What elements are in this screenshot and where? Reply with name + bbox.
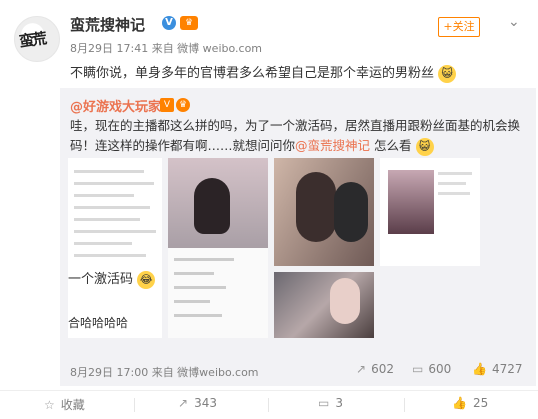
chat-row bbox=[174, 272, 214, 275]
share-icon: ↗ bbox=[178, 396, 189, 410]
follow-button[interactable]: +关注 bbox=[438, 17, 480, 37]
comment-icon: ▭ bbox=[318, 396, 330, 410]
like-icon: 👍 bbox=[452, 396, 467, 410]
thumb-line bbox=[438, 172, 472, 175]
chat-row bbox=[174, 300, 210, 303]
image-thumbnail-3[interactable] bbox=[274, 158, 374, 266]
thumb-line bbox=[74, 218, 140, 221]
author-name[interactable]: 蛮荒搜神记 bbox=[70, 14, 145, 35]
post-meta: 8月29日 17:41 来自 微博 weibo.com bbox=[70, 42, 263, 55]
mention-link[interactable]: @蛮荒搜神记 bbox=[295, 138, 370, 153]
comment-button[interactable]: ▭ 3 bbox=[318, 396, 343, 410]
action-separator bbox=[404, 398, 405, 412]
action-separator bbox=[268, 398, 269, 412]
thumb-line bbox=[74, 230, 156, 233]
person-figure bbox=[330, 278, 360, 324]
comment-count: 600 bbox=[428, 362, 452, 376]
avatar[interactable]: 蛮荒 bbox=[14, 16, 60, 62]
thumb-line bbox=[74, 242, 132, 245]
post-text: 不瞒你说，单身多年的官博君多么希望自己是那个幸运的男粉丝 😺 bbox=[70, 62, 457, 83]
thumb-line bbox=[74, 170, 144, 173]
divider bbox=[0, 390, 538, 391]
cat-emoji-icon: 😺 bbox=[438, 64, 457, 83]
photo-figure bbox=[388, 170, 434, 234]
repost-like-button[interactable]: 👍 4727 bbox=[472, 362, 523, 376]
repost-card: @好游戏大玩家 V ♛ 哇，现在的主播都这么拼的吗，为了一个激活码，居然直播用跟… bbox=[60, 88, 536, 386]
share-count: 602 bbox=[371, 362, 394, 376]
image-caption-2: 合哈哈哈哈 bbox=[68, 316, 129, 330]
like-count: 4727 bbox=[491, 362, 523, 376]
repost-meta: 8月29日 17:00 来自 微博weibo.com bbox=[70, 366, 259, 379]
image-thumbnail-1[interactable] bbox=[68, 158, 162, 338]
like-icon: 👍 bbox=[472, 362, 487, 376]
verified-icon: V bbox=[162, 16, 176, 30]
action-separator bbox=[134, 398, 135, 412]
image-thumbnail-4[interactable] bbox=[380, 158, 480, 266]
laugh-emoji-icon: 😂 bbox=[137, 270, 156, 289]
like-button[interactable]: 👍 25 bbox=[452, 396, 488, 410]
thumb-line bbox=[74, 254, 146, 257]
repost-user[interactable]: @好游戏大玩家 bbox=[70, 96, 161, 115]
v-badge-icon: V bbox=[160, 98, 174, 112]
image-caption-1: 一个激活码 😂 bbox=[68, 268, 156, 289]
comment-icon: ▭ bbox=[412, 362, 424, 376]
chevron-down-icon[interactable]: ⌄ bbox=[508, 14, 520, 30]
cat-emoji-icon: 😺 bbox=[415, 137, 434, 156]
chat-panel bbox=[168, 248, 268, 338]
chat-row bbox=[174, 314, 222, 317]
star-icon: ☆ bbox=[44, 398, 55, 412]
caption-text: 一个激活码 bbox=[68, 272, 134, 287]
repost-comment-button[interactable]: ▭ 600 bbox=[412, 362, 451, 376]
post-text-content: 不瞒你说，单身多年的官博君多么希望自己是那个幸运的男粉丝 bbox=[70, 66, 435, 81]
thumb-line bbox=[438, 192, 470, 195]
share-icon: ↗ bbox=[356, 362, 367, 376]
streamer-figure bbox=[194, 178, 230, 234]
thumb-line bbox=[74, 182, 154, 185]
comment-count: 3 bbox=[335, 396, 343, 410]
image-thumbnail-5[interactable] bbox=[274, 272, 374, 338]
share-button[interactable]: ↗ 343 bbox=[178, 396, 217, 410]
thumb-line bbox=[438, 182, 466, 185]
person-figure bbox=[334, 182, 368, 242]
image-thumbnail-2[interactable] bbox=[168, 158, 268, 338]
chat-row bbox=[174, 286, 226, 289]
vip-icon: ♛ bbox=[176, 98, 190, 112]
favorite-button[interactable]: ☆ 收藏 bbox=[44, 396, 85, 413]
repost-text-part2: 怎么看 bbox=[370, 138, 412, 153]
share-count: 343 bbox=[194, 396, 217, 410]
like-count: 25 bbox=[472, 396, 489, 410]
repost-share-button[interactable]: ↗ 602 bbox=[356, 362, 394, 376]
thumb-line bbox=[74, 206, 150, 209]
chat-row bbox=[174, 258, 234, 261]
avatar-logo: 蛮荒 bbox=[17, 29, 47, 51]
vip-icon: ♛ bbox=[180, 16, 198, 30]
favorite-label: 收藏 bbox=[60, 398, 85, 412]
thumb-line bbox=[74, 194, 134, 197]
person-figure bbox=[296, 172, 336, 242]
repost-text: 哇，现在的主播都这么拼的吗，为了一个激活码，居然直播用跟粉丝面基的机会换码！连这… bbox=[70, 116, 530, 156]
